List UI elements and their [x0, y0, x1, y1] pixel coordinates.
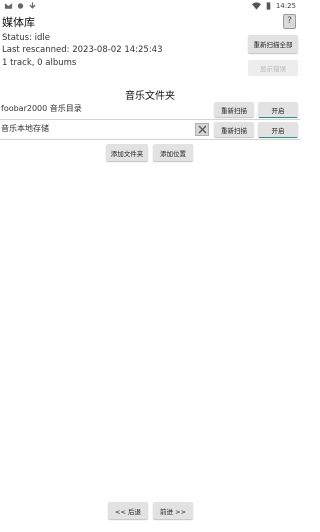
- close-icon: [198, 125, 206, 134]
- music-folders-title: 音乐文件夹: [125, 91, 175, 102]
- folder-name: 音乐本地存储: [1, 124, 49, 133]
- battery-icon: [266, 2, 271, 10]
- rescan-all-button[interactable]: 重新扫描全部: [248, 35, 298, 53]
- last-rescanned-text: Last rescanned: 2023-08-02 14:25:43: [2, 45, 163, 55]
- show-errors-button[interactable]: 显示错误: [248, 60, 298, 76]
- folder-toggle-button[interactable]: 开启: [258, 122, 298, 137]
- add-folder-button[interactable]: 添加文件夹: [106, 144, 148, 161]
- download-icon: [29, 2, 36, 9]
- forward-button[interactable]: 前进 >>: [153, 502, 193, 519]
- library-counts-text: 1 track, 0 albums: [2, 58, 77, 68]
- folder-row: 音乐本地存储 重新扫描 开启: [0, 121, 300, 139]
- toggle-indicator: [259, 117, 297, 118]
- status-time: 14:25: [275, 2, 296, 10]
- add-location-button[interactable]: 添加位置: [153, 144, 193, 161]
- remove-folder-button[interactable]: [195, 123, 209, 136]
- back-button[interactable]: << 后退: [108, 502, 148, 519]
- divider: [0, 139, 300, 140]
- folder-name: foobar2000 音乐目录: [1, 104, 82, 113]
- status-bar-right-icons: 14:25: [251, 2, 296, 10]
- folder-row: foobar2000 音乐目录 重新扫描 开启: [0, 101, 300, 119]
- notification-icon: [4, 3, 13, 9]
- status-bar-left-icons: [4, 2, 37, 10]
- app-notification-icon: [17, 3, 24, 9]
- toggle-indicator: [259, 137, 297, 138]
- folder-toggle-button[interactable]: 开启: [258, 102, 298, 117]
- page-title: 媒体库: [2, 16, 35, 29]
- status-bar: 14:25: [0, 0, 300, 12]
- header: 媒体库 ?: [0, 14, 300, 30]
- wifi-icon: [251, 2, 261, 10]
- folder-rescan-button[interactable]: 重新扫描: [214, 122, 254, 137]
- folder-rescan-button[interactable]: 重新扫描: [214, 102, 254, 117]
- status-text: Status: idle: [2, 33, 50, 43]
- divider: [0, 119, 300, 120]
- help-button[interactable]: ?: [283, 14, 296, 29]
